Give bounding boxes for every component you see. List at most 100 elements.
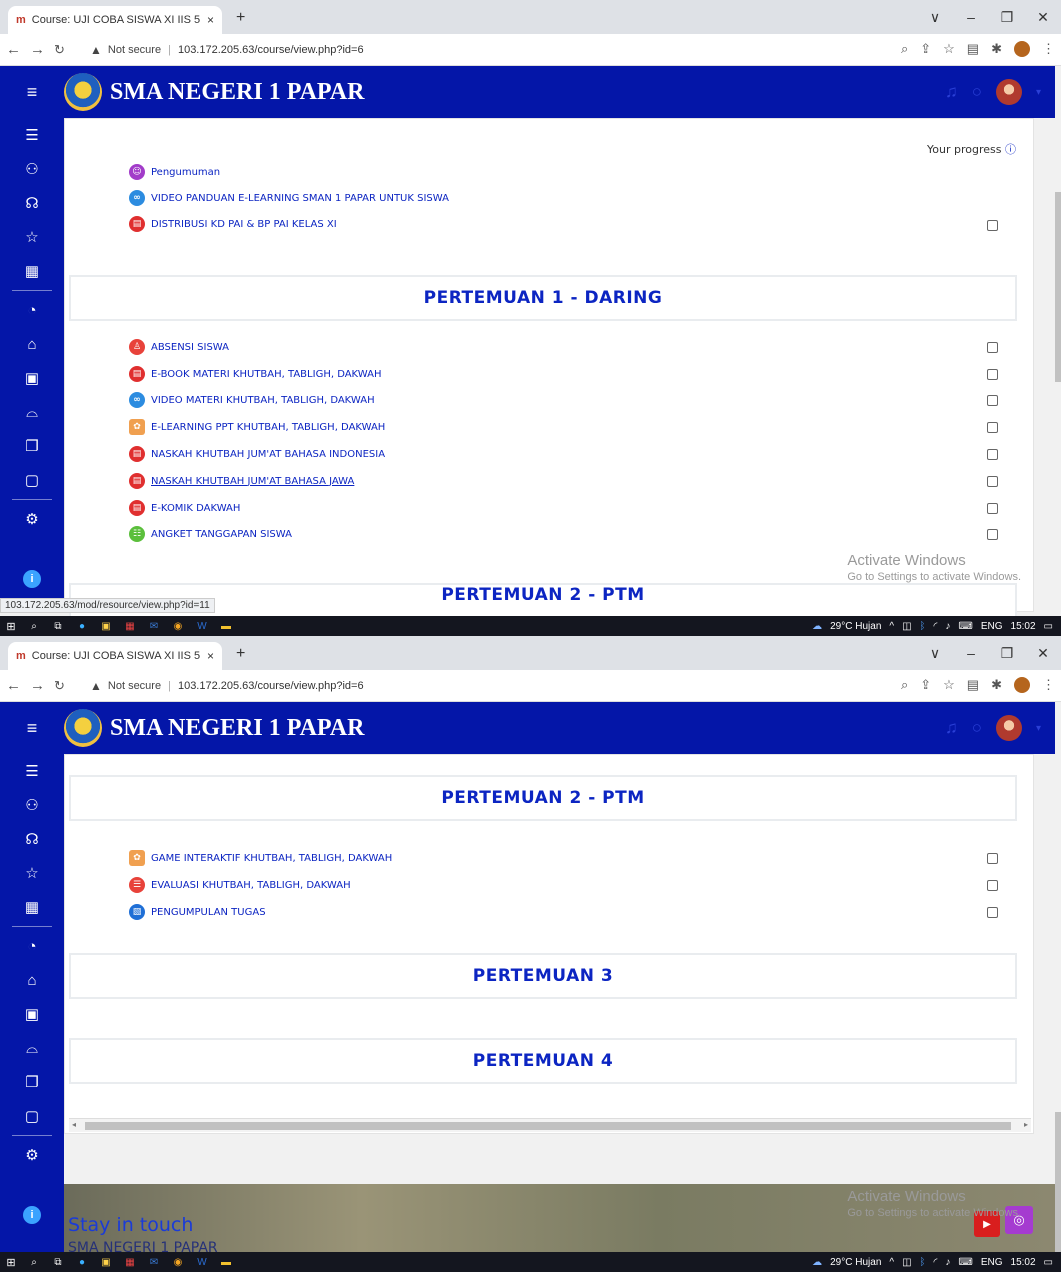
sidebar-item-help[interactable]: i: [0, 562, 64, 596]
browser-tab[interactable]: m Course: UJI COBA SISWA XI IIS 5 ×: [8, 6, 222, 34]
scroll-left-icon[interactable]: ◂: [72, 1120, 76, 1129]
activity-naskah-indonesia[interactable]: ▤ NASKAH KHUTBAH JUM'AT BAHASA INDONESIA: [129, 446, 385, 462]
vertical-scrollbar[interactable]: [1055, 66, 1061, 612]
activity-video-panduan[interactable]: ∞ VIDEO PANDUAN E-LEARNING SMAN 1 PAPAR …: [129, 190, 449, 206]
completion-checkbox[interactable]: [987, 880, 998, 891]
bookmark-star-icon[interactable]: ☆: [943, 41, 955, 57]
sidebar-item-clipboard[interactable]: ▢: [0, 463, 64, 497]
minimize-icon[interactable]: –: [953, 645, 989, 661]
chrome-icon[interactable]: ◉: [167, 619, 189, 633]
chat-icon[interactable]: ○: [972, 82, 982, 102]
restore-icon[interactable]: ❐: [989, 9, 1025, 26]
omnibox[interactable]: ▲ Not secure | 103.172.205.63/course/vie…: [90, 38, 880, 62]
mail-icon[interactable]: ✉: [143, 1255, 165, 1269]
reading-list-icon[interactable]: ▤: [967, 677, 979, 693]
reload-icon[interactable]: ↻: [54, 42, 65, 58]
completion-checkbox[interactable]: [987, 529, 998, 540]
site-name[interactable]: SMA NEGERI 1 PAPAR: [110, 79, 364, 106]
site-name[interactable]: SMA NEGERI 1 PAPAR: [110, 715, 364, 742]
activity-game-interaktif[interactable]: ✿ GAME INTERAKTIF KHUTBAH, TABLIGH, DAKW…: [129, 850, 392, 866]
completion-checkbox[interactable]: [987, 449, 998, 460]
activity-title[interactable]: DISTRIBUSI KD PAI & BP PAI KELAS XI: [151, 219, 337, 230]
sidebar-item-grades[interactable]: ▦: [0, 254, 64, 288]
wifi-icon[interactable]: ◜: [934, 1257, 938, 1268]
sidebar-item-participants[interactable]: ⚇: [0, 152, 64, 186]
activity-title[interactable]: E-KOMIK DAKWAH: [151, 503, 240, 514]
horizontal-scrollbar[interactable]: ◂ ▸: [69, 1118, 1031, 1132]
activity-title[interactable]: EVALUASI KHUTBAH, TABLIGH, DAKWAH: [151, 880, 351, 891]
word-icon[interactable]: W: [191, 1255, 213, 1269]
app-icon[interactable]: ▦: [119, 1255, 141, 1269]
word-icon[interactable]: W: [191, 619, 213, 633]
sidebar-item-dashboard[interactable]: ◔: [0, 929, 64, 963]
scrollbar-thumb[interactable]: [85, 1122, 1011, 1130]
zoom-icon[interactable]: ⌕: [901, 677, 908, 693]
activity-title[interactable]: VIDEO PANDUAN E-LEARNING SMAN 1 PAPAR UN…: [151, 193, 449, 204]
tab-search-icon[interactable]: ∨: [917, 645, 953, 662]
sidebar-item-grades[interactable]: ▦: [0, 890, 64, 924]
sidebar-item-competencies[interactable]: ☆: [0, 856, 64, 890]
chevron-down-icon[interactable]: ▾: [1036, 723, 1041, 734]
activity-title[interactable]: GAME INTERAKTIF KHUTBAH, TABLIGH, DAKWAH: [151, 853, 392, 864]
zoom-icon[interactable]: ⌕: [901, 41, 908, 57]
bell-icon[interactable]: ♫: [945, 718, 958, 738]
activity-title[interactable]: ABSENSI SISWA: [151, 342, 229, 353]
omnibox[interactable]: ▲ Not secure | 103.172.205.63/course/vie…: [90, 674, 880, 698]
section-title[interactable]: PERTEMUAN 4: [69, 1038, 1017, 1084]
volume-icon[interactable]: ♪: [945, 621, 950, 632]
clock[interactable]: 15:02: [1011, 1257, 1036, 1268]
completion-checkbox[interactable]: [987, 476, 998, 487]
sidebar-item-list[interactable]: ☰: [0, 754, 64, 788]
keyboard-icon[interactable]: ⌨: [958, 621, 972, 632]
task-view-icon[interactable]: ⧉: [47, 1255, 69, 1269]
reading-list-icon[interactable]: ▤: [967, 41, 979, 57]
sidebar-item-files[interactable]: ❐: [0, 1065, 64, 1099]
sidebar-item-list[interactable]: ☰: [0, 118, 64, 152]
bluetooth-icon[interactable]: ᛒ: [920, 621, 926, 632]
share-icon[interactable]: ⇪: [920, 677, 931, 693]
chevron-up-icon[interactable]: ^: [889, 621, 894, 632]
wifi-icon[interactable]: ◜: [934, 621, 938, 632]
sidebar-item-calendar[interactable]: ▣: [0, 997, 64, 1031]
completion-checkbox[interactable]: [987, 907, 998, 918]
activity-video-materi[interactable]: ∞ VIDEO MATERI KHUTBAH, TABLIGH, DAKWAH: [129, 392, 375, 408]
chat-icon[interactable]: ○: [972, 718, 982, 738]
notification-icon[interactable]: ▭: [1044, 1257, 1053, 1268]
keyboard-icon[interactable]: ⌨: [958, 1257, 972, 1268]
completion-checkbox[interactable]: [987, 853, 998, 864]
notification-icon[interactable]: ▭: [1044, 621, 1053, 632]
activity-title[interactable]: E-LEARNING PPT KHUTBAH, TABLIGH, DAKWAH: [151, 422, 385, 433]
school-logo[interactable]: [64, 73, 102, 111]
activity-title[interactable]: Pengumuman: [151, 167, 220, 178]
new-tab-button[interactable]: +: [236, 645, 245, 663]
sidebar-item-participants[interactable]: ⚇: [0, 788, 64, 822]
activity-title[interactable]: E-BOOK MATERI KHUTBAH, TABLIGH, DAKWAH: [151, 369, 381, 380]
user-avatar[interactable]: [995, 79, 1022, 105]
help-circle-icon[interactable]: ⓘ: [1005, 143, 1016, 156]
chevron-up-icon[interactable]: ^: [889, 1257, 894, 1268]
share-icon[interactable]: ⇪: [920, 41, 931, 57]
sidebar-item-courses[interactable]: ⌓: [0, 1031, 64, 1065]
language[interactable]: ENG: [981, 1257, 1003, 1268]
store-icon[interactable]: ▣: [95, 619, 117, 633]
section-title[interactable]: PERTEMUAN 1 - DARING: [69, 275, 1017, 321]
activity-pengumuman[interactable]: ☺ Pengumuman: [129, 164, 220, 180]
sidebar-item-help[interactable]: i: [0, 1198, 64, 1232]
completion-checkbox[interactable]: [987, 395, 998, 406]
sidebar-item-files[interactable]: ❐: [0, 429, 64, 463]
sidebar-item-badges[interactable]: ☊: [0, 822, 64, 856]
activity-ebook[interactable]: ▤ E-BOOK MATERI KHUTBAH, TABLIGH, DAKWAH: [129, 366, 381, 382]
weather-text[interactable]: 29°C Hujan: [830, 621, 881, 632]
close-window-icon[interactable]: ✕: [1025, 9, 1061, 26]
bell-icon[interactable]: ♫: [945, 82, 958, 102]
sidebar-item-home[interactable]: ⌂: [0, 963, 64, 997]
edge-icon[interactable]: ●: [71, 1255, 93, 1269]
sidebar-item-settings[interactable]: ⚙: [0, 502, 64, 536]
activity-title[interactable]: NASKAH KHUTBAH JUM'AT BAHASA INDONESIA: [151, 449, 385, 460]
mail-icon[interactable]: ✉: [143, 619, 165, 633]
app-icon[interactable]: ▦: [119, 619, 141, 633]
minimize-icon[interactable]: –: [953, 9, 989, 25]
activity-title[interactable]: NASKAH KHUTBAH JUM'AT BAHASA JAWA: [151, 476, 354, 487]
sidebar-item-dashboard[interactable]: ◔: [0, 293, 64, 327]
activity-ekomik[interactable]: ▤ E-KOMIK DAKWAH: [129, 500, 240, 516]
